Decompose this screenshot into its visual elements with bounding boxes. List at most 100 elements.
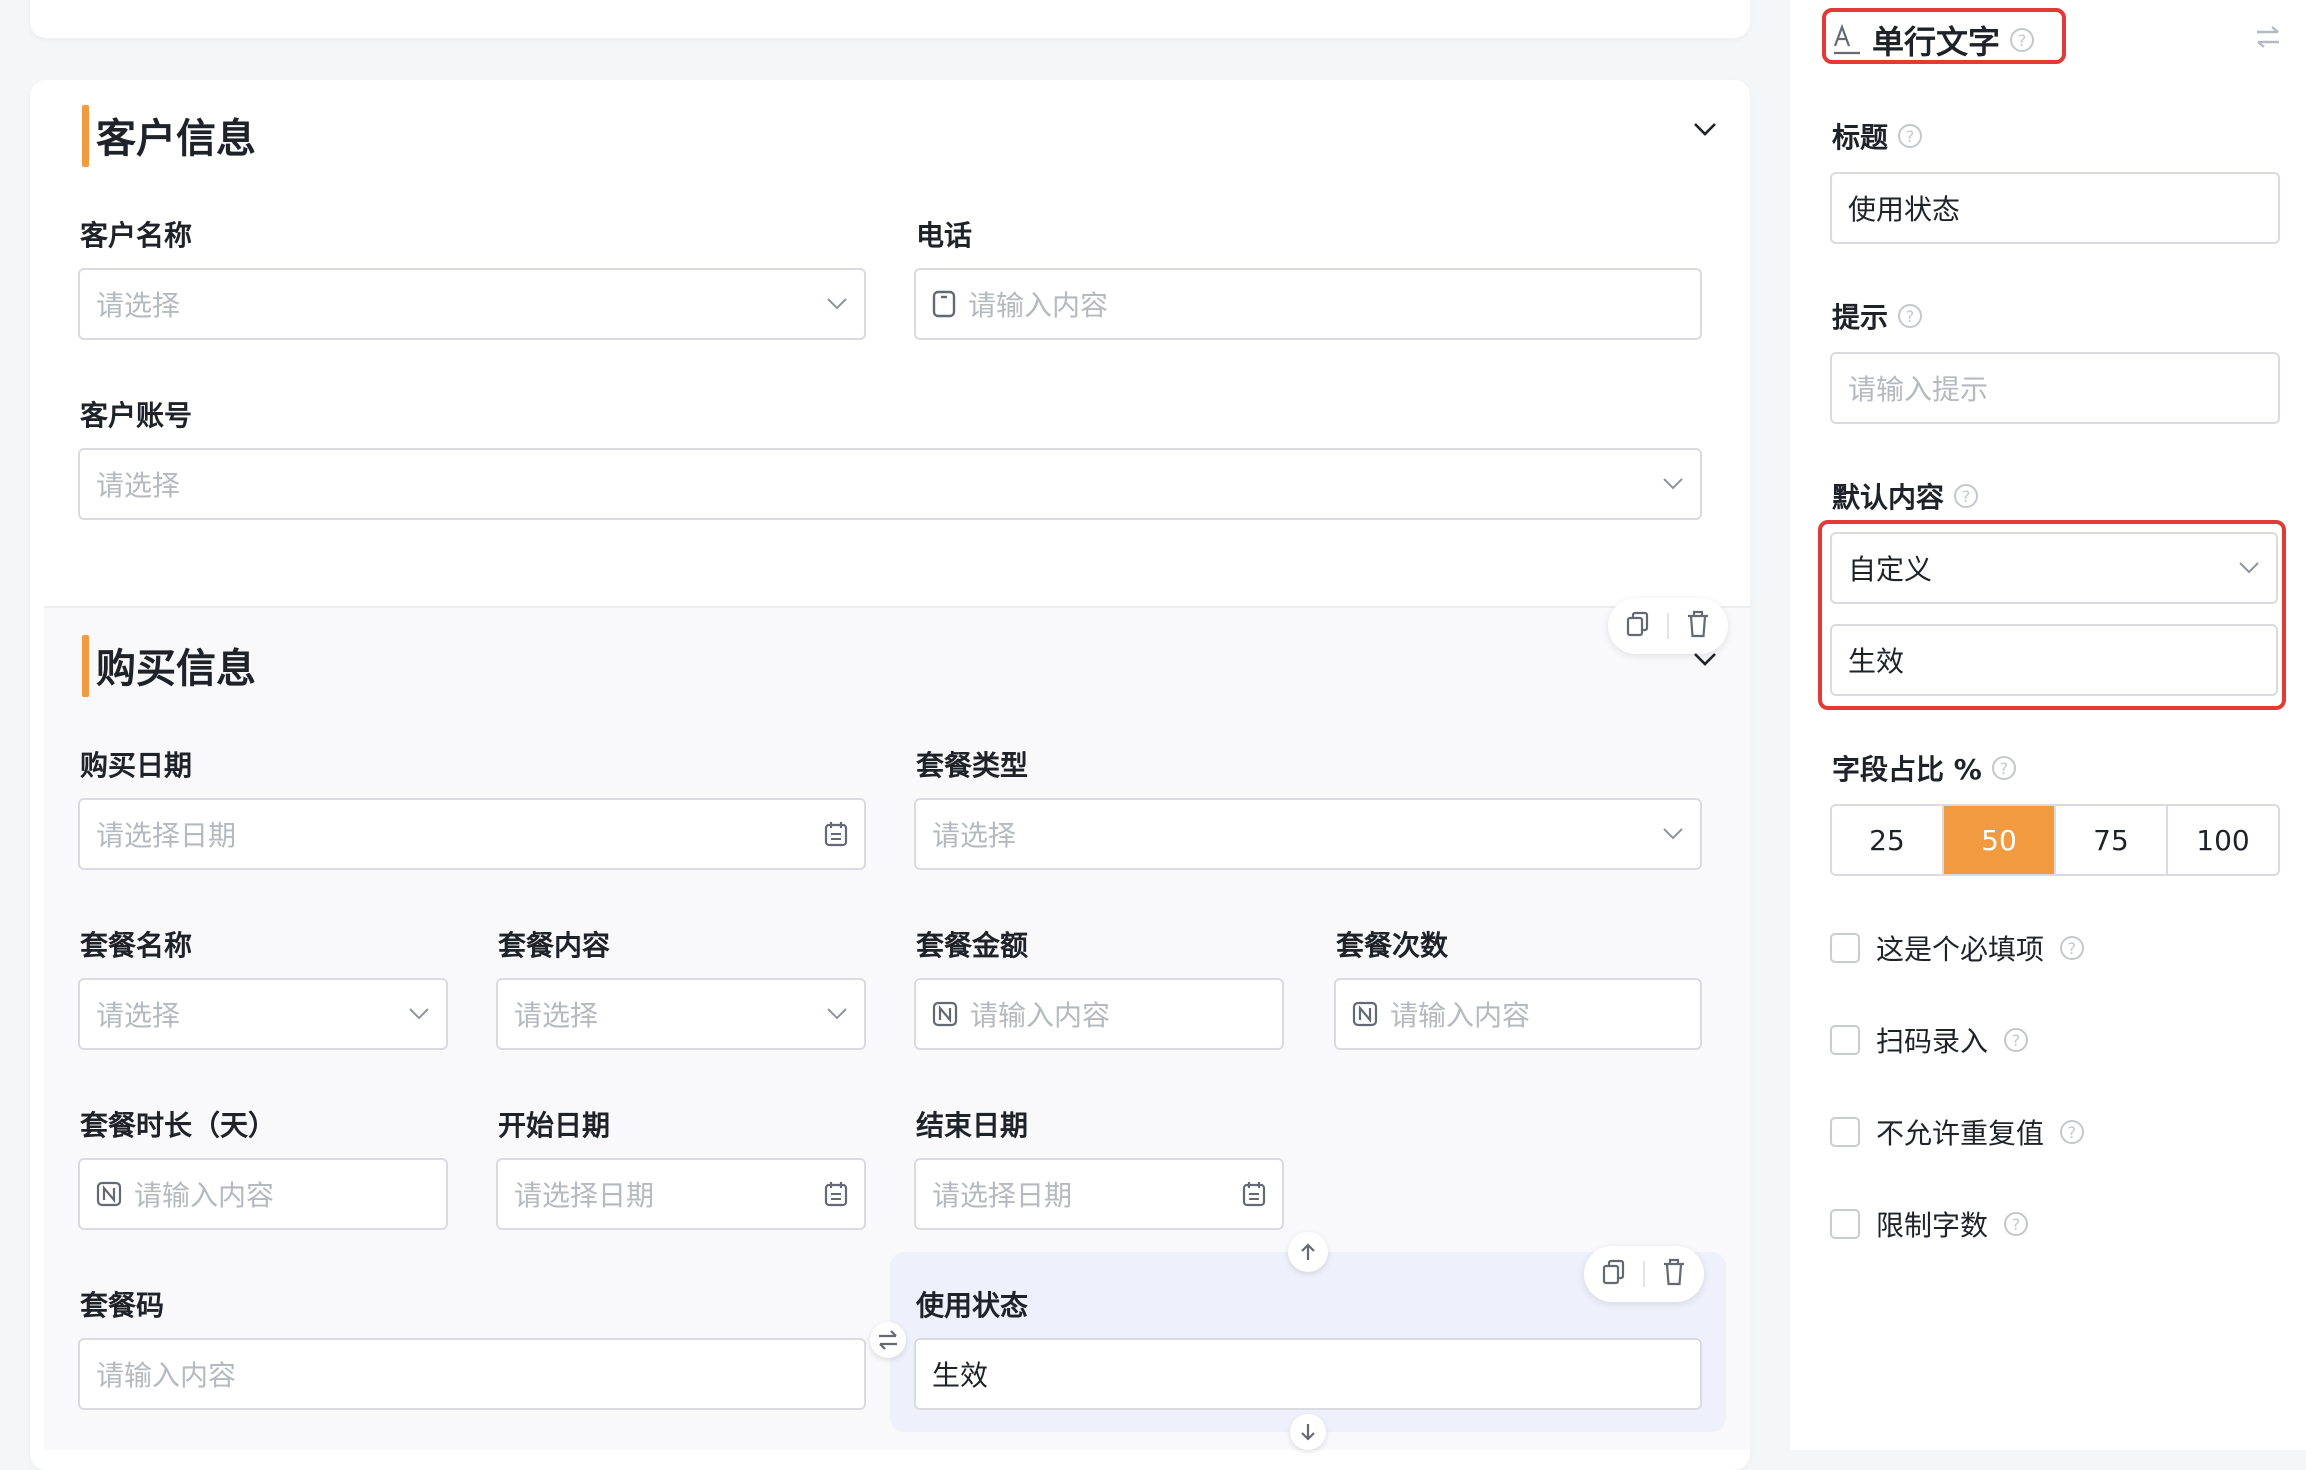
width-option-100[interactable]: 100 bbox=[2168, 806, 2278, 874]
help-icon[interactable]: ? bbox=[1954, 484, 1979, 508]
chevron-down-icon bbox=[409, 1008, 429, 1020]
package-name-placeholder: 请选择 bbox=[96, 999, 181, 1032]
title-input[interactable]: 使用状态 bbox=[1830, 172, 2280, 244]
number-icon bbox=[932, 1001, 958, 1027]
scan-input-option[interactable]: 扫码录入 ? bbox=[1830, 1020, 2029, 1060]
start-date-picker[interactable]: 请选择日期 bbox=[496, 1158, 866, 1230]
usage-status-label: 使用状态 bbox=[916, 1289, 1029, 1322]
hint-input[interactable]: 请输入提示 bbox=[1830, 352, 2280, 424]
width-option-75[interactable]: 75 bbox=[2056, 806, 2168, 874]
purchase-section-title: 购买信息 bbox=[96, 646, 256, 692]
toolbar-divider bbox=[1642, 1261, 1645, 1287]
scan-input-label: 扫码录入 bbox=[1876, 1025, 1989, 1058]
help-icon[interactable]: ? bbox=[1991, 756, 2016, 780]
field-toolbar bbox=[1584, 1246, 1704, 1302]
purchase-date-label: 购买日期 bbox=[80, 749, 193, 782]
package-type-select[interactable]: 请选择 bbox=[914, 798, 1702, 870]
number-icon bbox=[96, 1181, 122, 1207]
help-icon[interactable]: ? bbox=[2060, 936, 2085, 960]
title-label: 标题 bbox=[1832, 121, 1889, 154]
package-amount-input[interactable]: 请输入内容 bbox=[914, 978, 1284, 1050]
default-mode-select[interactable]: 自定义 bbox=[1830, 532, 2278, 604]
help-icon[interactable]: ? bbox=[1898, 304, 1923, 328]
usage-status-input[interactable]: 生效 bbox=[914, 1338, 1702, 1410]
swap-icon[interactable] bbox=[870, 1322, 906, 1358]
width-label: 字段占比 % bbox=[1832, 753, 1982, 786]
width-option-25[interactable]: 25 bbox=[1832, 806, 1944, 874]
help-icon[interactable]: ? bbox=[2004, 1028, 2029, 1052]
delete-icon[interactable] bbox=[1662, 1258, 1686, 1290]
title-value: 使用状态 bbox=[1848, 193, 1961, 226]
package-duration-input[interactable]: 请输入内容 bbox=[78, 1158, 448, 1230]
package-name-label: 套餐名称 bbox=[80, 929, 193, 962]
default-mode-value: 自定义 bbox=[1848, 553, 1933, 586]
customer-name-select[interactable]: 请选择 bbox=[78, 268, 866, 340]
package-code-placeholder: 请输入内容 bbox=[96, 1359, 237, 1392]
calendar-icon bbox=[1242, 1182, 1266, 1207]
phone-icon bbox=[932, 290, 956, 318]
customer-account-label: 客户账号 bbox=[80, 399, 193, 432]
arrow-down-icon[interactable] bbox=[1290, 1414, 1326, 1450]
hint-label-row: 提示 ? bbox=[1832, 296, 1923, 336]
text-field-icon bbox=[1833, 24, 1860, 55]
limit-chars-label: 限制字数 bbox=[1876, 1209, 1989, 1242]
package-duration-label: 套餐时长（天） bbox=[80, 1109, 277, 1142]
customer-name-label: 客户名称 bbox=[80, 219, 193, 252]
start-date-placeholder: 请选择日期 bbox=[514, 1179, 655, 1212]
phone-label: 电话 bbox=[916, 219, 973, 252]
help-icon[interactable]: ? bbox=[2004, 1212, 2029, 1236]
calendar-icon bbox=[824, 822, 848, 847]
required-option[interactable]: 这是个必填项 ? bbox=[1830, 928, 2085, 968]
purchase-date-picker[interactable]: 请选择日期 bbox=[78, 798, 866, 870]
help-icon[interactable]: ? bbox=[1898, 124, 1923, 148]
chevron-down-icon[interactable] bbox=[1692, 116, 1718, 146]
required-checkbox[interactable] bbox=[1830, 933, 1860, 963]
end-date-placeholder: 请选择日期 bbox=[932, 1179, 1073, 1212]
chevron-down-icon bbox=[2239, 562, 2259, 574]
arrow-up-icon[interactable] bbox=[1288, 1232, 1328, 1272]
package-type-placeholder: 请选择 bbox=[932, 819, 1017, 852]
package-content-placeholder: 请选择 bbox=[514, 999, 599, 1032]
end-date-label: 结束日期 bbox=[916, 1109, 1029, 1142]
customer-account-select[interactable]: 请选择 bbox=[78, 448, 1702, 520]
end-date-picker[interactable]: 请选择日期 bbox=[914, 1158, 1284, 1230]
width-option-50[interactable]: 50 bbox=[1944, 806, 2056, 874]
customer-section-title: 客户信息 bbox=[96, 116, 256, 162]
package-code-input[interactable]: 请输入内容 bbox=[78, 1338, 866, 1410]
package-duration-placeholder: 请输入内容 bbox=[134, 1179, 275, 1212]
default-label-row: 默认内容 ? bbox=[1832, 476, 1979, 516]
package-content-label: 套餐内容 bbox=[498, 929, 611, 962]
section-accent-bar bbox=[82, 105, 89, 167]
limit-chars-option[interactable]: 限制字数 ? bbox=[1830, 1204, 2029, 1244]
copy-icon[interactable] bbox=[1626, 611, 1650, 641]
help-icon[interactable]: ? bbox=[2060, 1120, 2085, 1144]
switch-type-icon[interactable] bbox=[2254, 24, 2282, 54]
package-amount-placeholder: 请输入内容 bbox=[970, 999, 1111, 1032]
no-duplicate-label: 不允许重复值 bbox=[1876, 1117, 2045, 1150]
package-content-select[interactable]: 请选择 bbox=[496, 978, 866, 1050]
default-value-input[interactable]: 生效 bbox=[1830, 624, 2278, 696]
no-duplicate-option[interactable]: 不允许重复值 ? bbox=[1830, 1112, 2085, 1152]
section-accent-bar bbox=[82, 635, 89, 697]
package-count-label: 套餐次数 bbox=[1336, 929, 1449, 962]
chevron-down-icon[interactable] bbox=[1692, 646, 1718, 676]
delete-icon[interactable] bbox=[1686, 610, 1710, 642]
package-count-input[interactable]: 请输入内容 bbox=[1334, 978, 1702, 1050]
package-code-label: 套餐码 bbox=[80, 1289, 165, 1322]
no-duplicate-checkbox[interactable] bbox=[1830, 1117, 1860, 1147]
previous-section-card bbox=[30, 0, 1750, 38]
help-icon[interactable]: ? bbox=[2010, 28, 2035, 52]
chevron-down-icon bbox=[1663, 828, 1683, 840]
required-label: 这是个必填项 bbox=[1876, 933, 2045, 966]
default-label: 默认内容 bbox=[1832, 481, 1945, 514]
phone-input[interactable]: 请输入内容 bbox=[914, 268, 1702, 340]
chevron-down-icon bbox=[827, 298, 847, 310]
scan-input-checkbox[interactable] bbox=[1830, 1025, 1860, 1055]
chevron-down-icon bbox=[827, 1008, 847, 1020]
package-count-placeholder: 请输入内容 bbox=[1390, 999, 1531, 1032]
calendar-icon bbox=[824, 1182, 848, 1207]
package-name-select[interactable]: 请选择 bbox=[78, 978, 448, 1050]
limit-chars-checkbox[interactable] bbox=[1830, 1209, 1860, 1239]
customer-account-placeholder: 请选择 bbox=[96, 469, 181, 502]
copy-icon[interactable] bbox=[1602, 1259, 1626, 1289]
